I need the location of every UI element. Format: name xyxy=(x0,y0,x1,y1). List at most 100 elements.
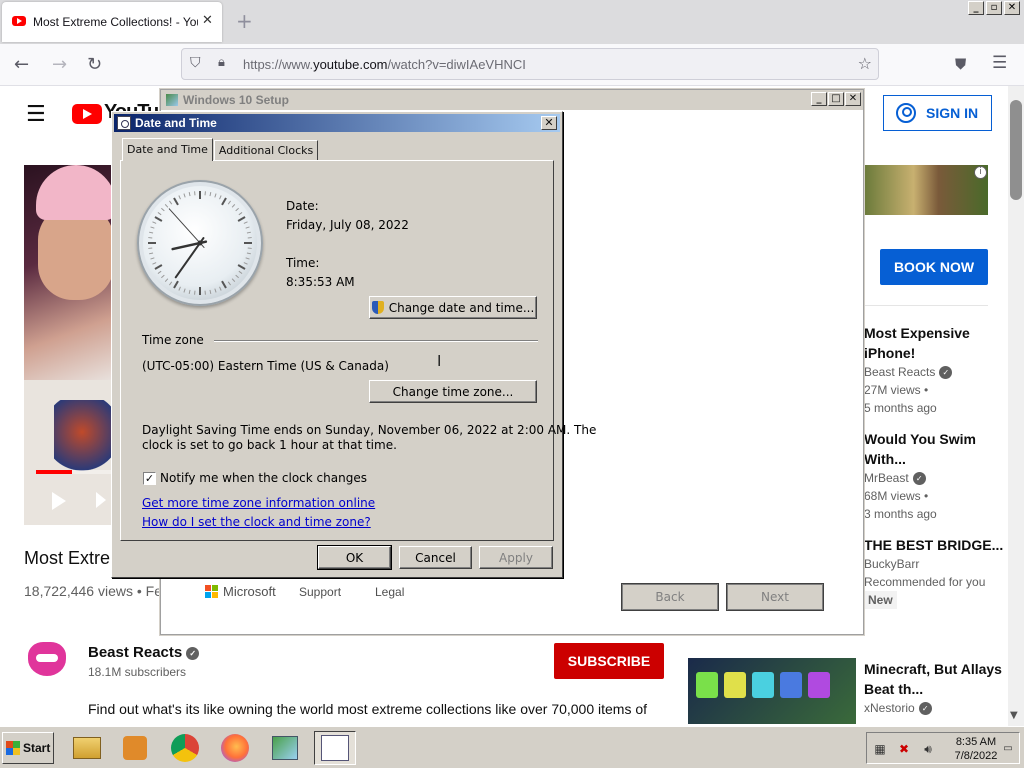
reload-icon[interactable]: ↻ xyxy=(87,54,102,75)
back-arrow-icon[interactable]: ← xyxy=(14,54,29,75)
dialog-title-bar[interactable]: Date and Time ✕ xyxy=(114,114,560,132)
tray-date: 7/8/2022 xyxy=(954,750,998,762)
back-button[interactable]: Back xyxy=(621,583,719,611)
show-desktop-icon[interactable]: ▭ xyxy=(1001,742,1015,756)
chrome-icon[interactable] xyxy=(164,731,206,765)
close-button[interactable]: ✕ xyxy=(1004,1,1020,15)
new-tab-button[interactable]: + xyxy=(236,9,253,33)
ad-info-icon[interactable]: i xyxy=(974,166,987,179)
pocket-icon[interactable]: ⛊ xyxy=(955,55,966,73)
microsoft-logo-icon xyxy=(205,585,219,599)
tab-close-icon[interactable]: ✕ xyxy=(202,13,213,28)
url-text[interactable]: https://www.youtube.com/watch?v=diwIAeVH… xyxy=(243,57,526,72)
date-time-icon[interactable] xyxy=(314,731,356,765)
support-link[interactable]: Support xyxy=(299,585,341,599)
book-now-button[interactable]: BOOK NOW xyxy=(880,249,988,285)
file-explorer-icon[interactable] xyxy=(66,731,108,765)
thumb-block xyxy=(780,672,802,698)
next-button[interactable]: Next xyxy=(726,583,824,611)
legal-link[interactable]: Legal xyxy=(375,585,404,599)
media-player-icon[interactable] xyxy=(114,731,156,765)
clock-tick xyxy=(161,207,165,212)
how-to-set-clock-link[interactable]: How do I set the clock and time zone? xyxy=(142,515,371,529)
clock-icon xyxy=(117,116,131,130)
clock-tick xyxy=(149,252,154,255)
recommendation-title: Minecraft, But Allays Beat th... xyxy=(864,661,1002,697)
setup-minimize-button[interactable]: _ xyxy=(811,92,827,106)
verified-icon: ✓ xyxy=(912,472,926,486)
next-icon[interactable] xyxy=(96,492,106,508)
url-bar[interactable]: ⛉ 🔒︎ https://www.youtube.com/watch?v=diw… xyxy=(181,48,879,80)
setup-maximize-button[interactable]: □ xyxy=(828,92,844,106)
change-timezone-button[interactable]: Change time zone... xyxy=(369,380,537,403)
recommendation-item[interactable]: THE BEST BRIDGE... BuckyBarr Recommended… xyxy=(864,535,1004,609)
setup-window-icon xyxy=(166,94,178,106)
recommendation-channel: Beast Reacts ✓ xyxy=(864,363,1004,381)
security-alert-icon[interactable]: ✖ xyxy=(897,742,911,756)
recommendation-views: Recommended for you xyxy=(864,575,986,589)
subscribe-button[interactable]: SUBSCRIBE xyxy=(554,643,664,679)
clock-tick xyxy=(150,226,155,229)
clock-tick xyxy=(209,192,212,197)
firefox-icon[interactable] xyxy=(214,731,256,765)
clock-tick xyxy=(235,207,239,212)
network-icon[interactable]: ▦ xyxy=(873,742,887,756)
start-button[interactable]: Start xyxy=(2,732,54,764)
play-icon[interactable] xyxy=(52,492,66,510)
forward-arrow-icon[interactable]: → xyxy=(52,54,67,75)
thumb-block xyxy=(808,672,830,698)
setup-title-bar[interactable]: Windows 10 Setup _ □ ✕ xyxy=(161,90,863,110)
clock-tick xyxy=(164,204,169,208)
date-value: Friday, July 08, 2022 xyxy=(286,218,409,232)
tray-clock[interactable]: 8:35 AM 7/8/2022 xyxy=(953,735,999,763)
lock-icon[interactable]: 🔒︎ xyxy=(218,55,225,70)
clock-tick xyxy=(152,221,157,224)
ok-button[interactable]: OK xyxy=(317,545,392,570)
channel-avatar[interactable] xyxy=(24,640,72,680)
tracking-shield-icon[interactable]: ⛉ xyxy=(190,55,201,71)
recommendation-item[interactable]: Would You Swim With... MrBeast ✓ 68M view… xyxy=(864,429,1004,523)
bookmark-star-icon[interactable]: ☆ xyxy=(858,54,872,73)
hamburger-menu-icon[interactable]: ☰ xyxy=(992,53,1007,73)
notify-checkbox[interactable]: ✓ xyxy=(143,472,156,485)
minimize-button[interactable]: _ xyxy=(968,1,984,15)
clock-tick xyxy=(178,286,181,291)
more-timezone-info-link[interactable]: Get more time zone information online xyxy=(142,496,375,510)
clock-tick xyxy=(173,280,179,289)
recommendation-item[interactable]: Minecraft, But Allays Beat th... xNestor… xyxy=(864,659,1004,717)
taskbar: Start ▦ ✖ 🔊︎ 8:35 AM 7/8/2022 ▭ xyxy=(0,726,1024,768)
thumb-block xyxy=(696,672,718,698)
restore-button[interactable]: ▫ xyxy=(986,1,1002,15)
scroll-down-arrow-icon[interactable]: ▼ xyxy=(1010,710,1018,721)
ad-thumbnail[interactable] xyxy=(864,165,988,215)
minecraft-thumbnail[interactable] xyxy=(688,658,856,724)
analog-clock xyxy=(137,180,263,306)
cancel-button[interactable]: Cancel xyxy=(399,546,472,569)
scrollbar-thumb[interactable] xyxy=(1010,100,1022,200)
clock-tick xyxy=(219,195,222,200)
tab-date-and-time[interactable]: Date and Time xyxy=(122,138,213,161)
youtube-menu-icon[interactable]: ☰ xyxy=(26,102,46,127)
change-date-time-button[interactable]: Change date and time... xyxy=(369,296,537,319)
browser-tab[interactable]: Most Extreme Collections! - YouTube ✕ xyxy=(2,2,222,42)
setup-close-button[interactable]: ✕ xyxy=(845,92,861,106)
channel-name[interactable]: Beast Reacts ✓ xyxy=(88,644,200,661)
tab-additional-clocks[interactable]: Additional Clocks xyxy=(213,140,319,161)
clock-tick xyxy=(209,289,212,294)
youtube-logo-icon[interactable] xyxy=(72,104,102,124)
dialog-close-button[interactable]: ✕ xyxy=(541,116,557,130)
recommendation-channel: BuckyBarr xyxy=(864,557,920,571)
recommendation-title: Most Expensive iPhone! xyxy=(864,325,970,361)
volume-icon[interactable]: 🔊︎ xyxy=(921,742,935,756)
apply-button[interactable]: Apply xyxy=(479,546,553,569)
notify-label[interactable]: Notify me when the clock changes xyxy=(160,471,367,485)
recommendation-item[interactable]: Most Expensive iPhone! Beast Reacts ✓ 27M… xyxy=(864,323,1004,417)
clock-tick xyxy=(161,274,165,279)
video-views: 18,722,446 views • Feb 5, 2022 xyxy=(24,583,164,599)
clock-tick xyxy=(188,192,191,197)
sign-in-button[interactable]: SIGN IN xyxy=(883,95,992,131)
dst-info-line1: Daylight Saving Time ends on Sunday, Nov… xyxy=(142,423,597,437)
recommendation-channel: xNestorio ✓ xyxy=(864,699,1004,717)
setup-icon[interactable] xyxy=(264,731,306,765)
clock-tick xyxy=(246,231,251,234)
